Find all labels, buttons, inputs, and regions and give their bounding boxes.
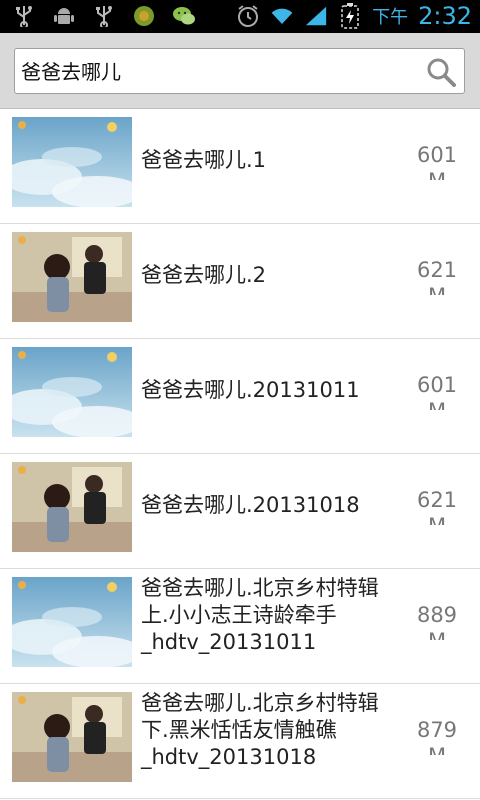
wechat-icon xyxy=(172,5,196,27)
android-debug-icon xyxy=(52,5,76,27)
search-header xyxy=(0,33,480,109)
list-item[interactable]: 爸爸去哪儿.2 621 M xyxy=(0,224,480,339)
video-title: 爸爸去哪儿.北京乡村特辑下.黑米恬恬友情触礁_hdtv_20131018 xyxy=(141,691,379,769)
video-thumbnail xyxy=(12,577,132,667)
clock: 2:32 xyxy=(418,2,472,30)
list-item[interactable]: 爸爸去哪儿.20131011 601 M xyxy=(0,339,480,454)
signal-icon xyxy=(304,5,328,27)
video-title: 爸爸去哪儿.北京乡村特辑上.小小志王诗龄牵手_hdtv_20131011 xyxy=(141,576,379,654)
search-box[interactable] xyxy=(14,48,465,94)
wifi-icon xyxy=(270,5,294,27)
video-thumbnail xyxy=(12,117,132,207)
usb-icon xyxy=(92,5,116,27)
search-input[interactable] xyxy=(21,55,421,89)
list-item[interactable]: 爸爸去哪儿.1 601 M xyxy=(0,109,480,224)
alarm-icon xyxy=(236,5,260,27)
video-title: 爸爸去哪儿.2 xyxy=(141,263,267,287)
file-size: 601 M xyxy=(416,143,458,180)
video-thumbnail xyxy=(12,692,132,782)
video-title: 爸爸去哪儿.20131011 xyxy=(141,378,360,402)
search-icon[interactable] xyxy=(426,57,456,87)
app-notification-icon xyxy=(132,5,156,27)
list-item[interactable]: 爸爸去哪儿.20131018 621 M xyxy=(0,454,480,569)
battery-charging-icon xyxy=(338,3,362,29)
list-item[interactable]: 爸爸去哪儿.北京乡村特辑下.黑米恬恬友情触礁_hdtv_20131018 879… xyxy=(0,684,480,799)
video-thumbnail xyxy=(12,347,132,437)
video-title: 爸爸去哪儿.20131018 xyxy=(141,493,360,517)
time-ampm: 下午 xyxy=(372,7,409,28)
usb-icon xyxy=(12,5,36,27)
video-thumbnail xyxy=(12,462,132,552)
video-title: 爸爸去哪儿.1 xyxy=(141,148,267,172)
file-size: 621 M xyxy=(416,488,458,525)
status-bar: 下午 2:32 xyxy=(0,0,480,33)
file-size: 601 M xyxy=(416,373,458,410)
list-item[interactable]: 爸爸去哪儿.北京乡村特辑上.小小志王诗龄牵手_hdtv_20131011 889… xyxy=(0,569,480,684)
file-size: 621 M xyxy=(416,258,458,295)
file-size: 889 M xyxy=(416,603,458,640)
system-status: 下午 2:32 xyxy=(236,2,472,30)
video-thumbnail xyxy=(12,232,132,322)
file-size: 879 M xyxy=(416,718,458,755)
notification-icons xyxy=(12,5,196,27)
